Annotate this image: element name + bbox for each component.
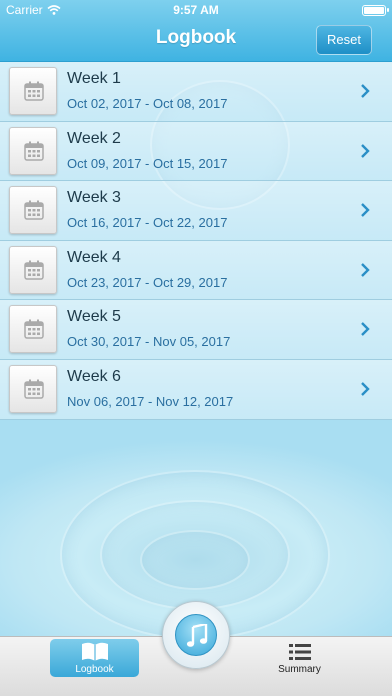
chevron-right-icon: [361, 382, 370, 396]
week-label: Week 5: [67, 308, 121, 326]
battery-icon: [362, 5, 389, 16]
book-icon: [82, 642, 108, 661]
calendar-icon: [9, 364, 57, 413]
week-label: Week 6: [67, 367, 121, 385]
calendar-icon: [9, 245, 57, 294]
week-row[interactable]: Week 5 Oct 30, 2017 - Nov 05, 2017: [0, 300, 392, 360]
chevron-right-icon: [361, 262, 370, 277]
week-label: Week 4: [67, 248, 121, 266]
tab-summary[interactable]: Summary: [255, 639, 344, 679]
chevron-right-icon: [361, 203, 370, 218]
week-row[interactable]: Week 4 Oct 23, 2017 - Oct 29, 2017: [0, 240, 392, 301]
music-button[interactable]: [162, 601, 230, 669]
music-note-icon: [186, 624, 208, 647]
week-row[interactable]: Week 3 Oct 16, 2017 - Oct 22, 2017: [0, 181, 392, 241]
ripple-decoration: [140, 530, 250, 590]
week-date-range: Oct 02, 2017 - Oct 08, 2017: [67, 96, 228, 111]
calendar-icon: [9, 126, 57, 175]
navigation-bar: Carrier 9:57 AM Logbook Reset: [0, 0, 392, 62]
chevron-right-icon: [361, 322, 370, 337]
calendar-icon: [9, 186, 57, 235]
tab-logbook[interactable]: Logbook: [50, 639, 139, 677]
list-icon: [289, 644, 311, 660]
tab-summary-label: Summary: [278, 664, 321, 675]
calendar-icon: [9, 67, 57, 115]
week-date-range: Nov 06, 2017 - Nov 12, 2017: [67, 393, 234, 409]
reset-button[interactable]: Reset: [316, 25, 372, 55]
week-date-range: Oct 09, 2017 - Oct 15, 2017: [67, 155, 228, 171]
calendar-icon: [9, 305, 57, 354]
week-label: Week 1: [67, 70, 121, 87]
week-row[interactable]: Week 1 Oct 02, 2017 - Oct 08, 2017: [0, 62, 392, 122]
chevron-right-icon: [361, 143, 370, 158]
week-row[interactable]: Week 6 Nov 06, 2017 - Nov 12, 2017: [0, 359, 392, 420]
week-date-range: Oct 30, 2017 - Nov 05, 2017: [67, 334, 231, 350]
status-bar: Carrier 9:57 AM: [0, 0, 392, 20]
week-list: Week 1 Oct 02, 2017 - Oct 08, 2017 Week …: [0, 62, 392, 420]
week-row[interactable]: Week 2 Oct 09, 2017 - Oct 15, 2017: [0, 121, 392, 182]
week-label: Week 3: [67, 189, 121, 207]
status-time: 9:57 AM: [173, 3, 219, 17]
music-button-inner: [175, 614, 217, 656]
tab-logbook-label: Logbook: [75, 664, 114, 675]
week-date-range: Oct 16, 2017 - Oct 22, 2017: [67, 215, 228, 231]
week-label: Week 2: [67, 129, 121, 147]
week-date-range: Oct 23, 2017 - Oct 29, 2017: [67, 274, 228, 290]
chevron-right-icon: [361, 84, 370, 98]
